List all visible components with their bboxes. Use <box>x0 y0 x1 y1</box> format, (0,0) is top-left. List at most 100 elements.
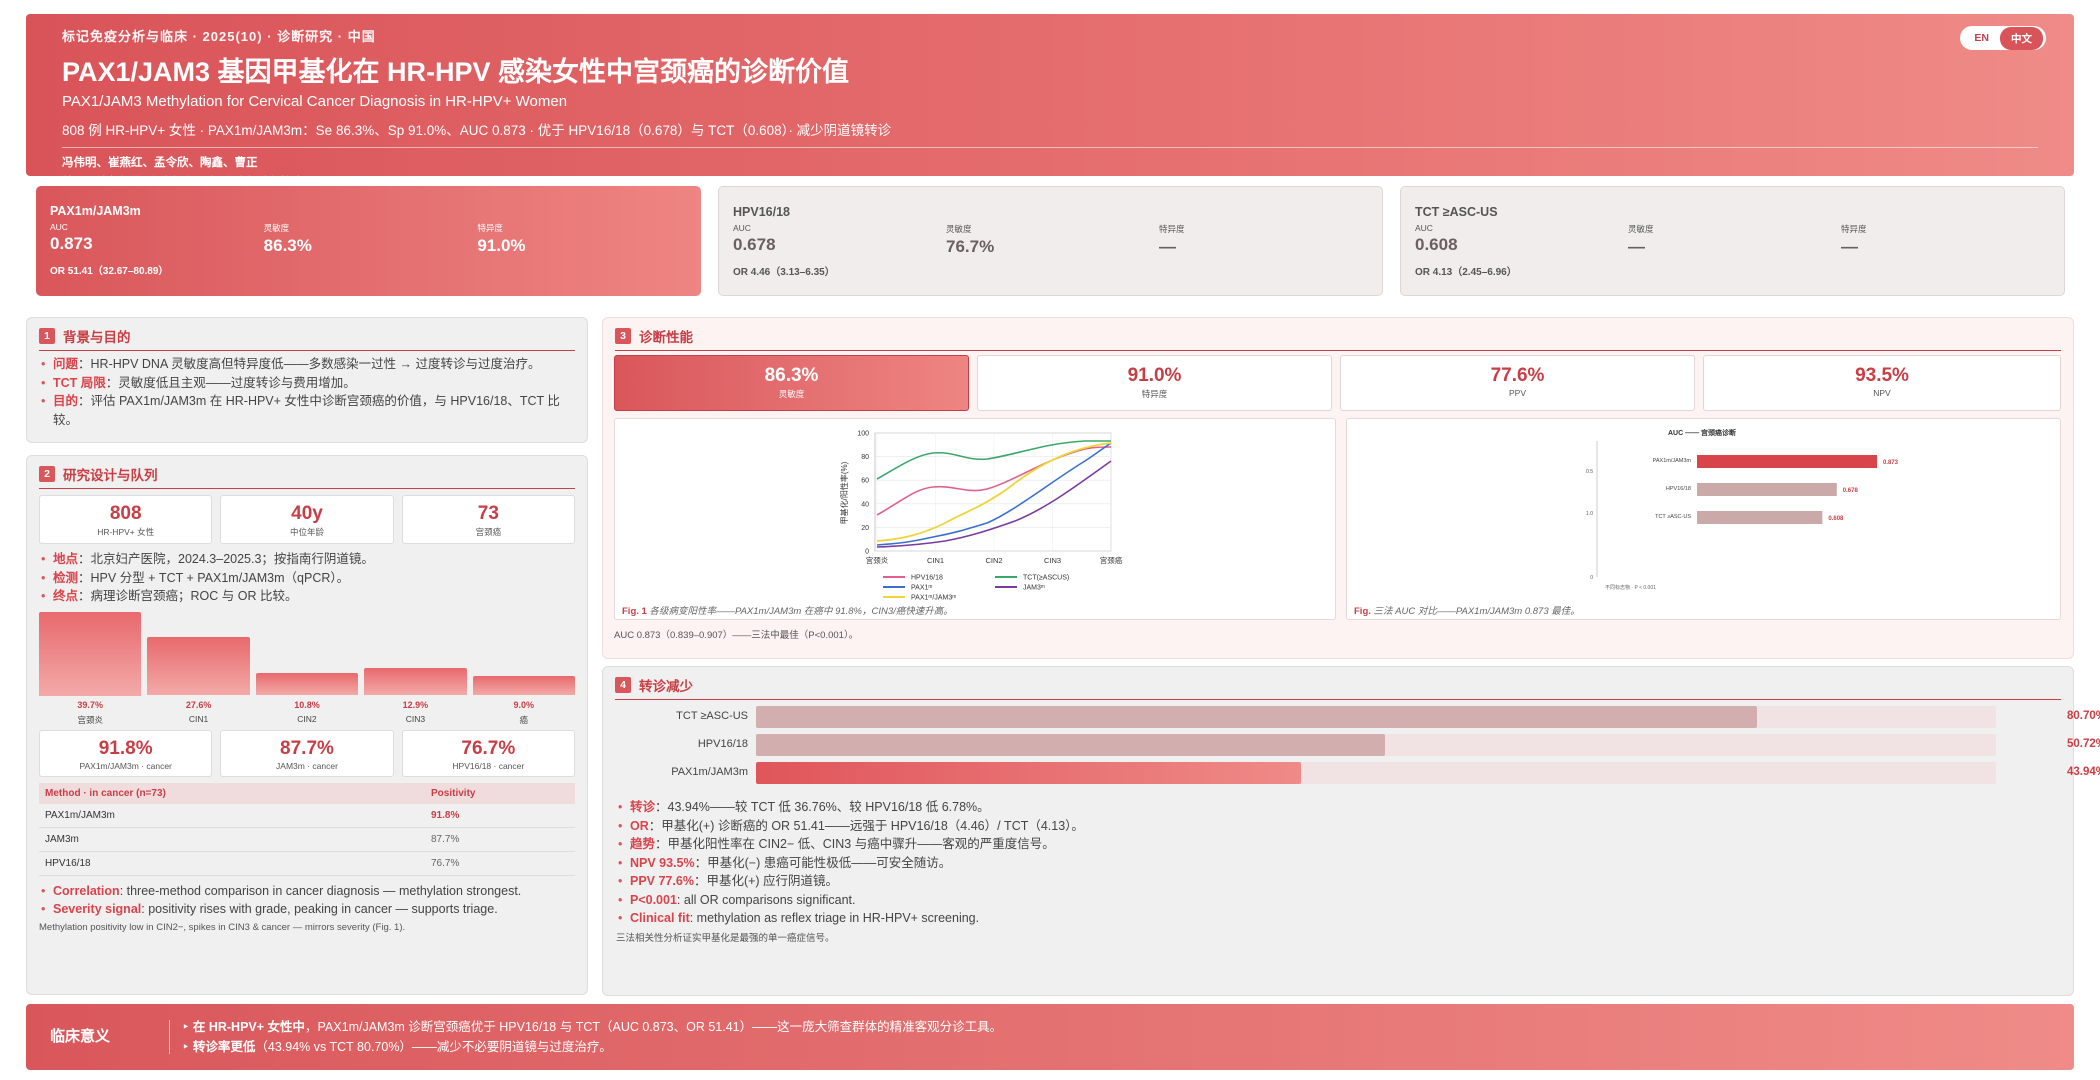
bullet-icon: • <box>41 552 46 566</box>
stat-value: 73 <box>477 503 499 524</box>
x-tick-label: 宫颈炎 <box>866 555 889 565</box>
section-title: 背景与目的 <box>63 330 131 345</box>
footer-line: ‣ 在 HR-HPV+ 女性中，PAX1m/JAM3m 诊断宫颈癌优于 HPV1… <box>182 1020 1003 1034</box>
perf-value: 91.0% <box>1127 365 1182 386</box>
grade-bar-label: 宫颈炎 <box>77 714 103 725</box>
item-text: ：甲基化(+) 诊断癌的 OR 51.41——远强于 HPV16/18（4.46… <box>648 818 1084 833</box>
perf-box-specificity: 91.0% 特异度 <box>977 355 1332 411</box>
table-cell: PAX1m/JAM3m <box>39 803 425 828</box>
grade-bar-label: 癌 <box>519 714 529 725</box>
item-text: : three-method comparison in cancer diag… <box>119 883 522 898</box>
figure-auc-comparison: AUC —— 宫颈癌诊断 0.5 1.0 0 PAX1m/JAM3m 0.873 HPV… <box>1346 418 2061 620</box>
item-key: TCT 局限 <box>53 375 106 390</box>
metric-name: PAX1m/JAM3m <box>50 204 141 218</box>
item-key: 转诊 <box>630 800 656 814</box>
metric-or: OR 51.41（32.67–80.89） <box>50 266 169 277</box>
item-key: NPV 93.5% <box>630 855 695 870</box>
metric-se: 76.7% <box>946 237 995 256</box>
item-text: : all OR comparisons significant. <box>676 892 856 907</box>
y-tick-label: 0.5 <box>1586 469 1593 475</box>
bar-value: 0.608 <box>1828 516 1844 522</box>
item-key: Clinical fit <box>630 911 690 925</box>
section-number: 2 <box>39 466 55 482</box>
table-row: PAX1m/JAM3m 91.8% <box>39 803 575 828</box>
bullet-icon: • <box>41 902 46 916</box>
auc-bar <box>1697 483 1837 496</box>
footer-label: 临床意义 <box>50 1020 170 1054</box>
x-tick-label: CIN3 <box>1044 556 1061 565</box>
bullet-icon: • <box>618 874 623 888</box>
y-tick-label: 60 <box>861 478 869 485</box>
grade-bar-label: CIN2 <box>297 713 317 724</box>
item-key: P<0.001 <box>630 892 677 907</box>
stat-box: 87.7% JAM3m · cancer <box>220 729 394 777</box>
metric-auc: 0.873 <box>50 234 93 253</box>
x-tick-label: 宫颈癌 <box>1100 555 1123 565</box>
bullet-icon: • <box>618 855 623 870</box>
item-key: 目的 <box>53 394 79 408</box>
stat-value: 87.7% <box>280 737 334 759</box>
lang-zh-button[interactable]: 中文 <box>2000 26 2043 50</box>
footer-lines: ‣ 在 HR-HPV+ 女性中，PAX1m/JAM3m 诊断宫颈癌优于 HPV1… <box>170 1017 1002 1057</box>
item-text: ：甲基化(−) 患癌可能性极低——可安全随访。 <box>694 855 952 870</box>
referral-bar <box>756 706 1757 728</box>
y-tick-labels: 0.5 1.0 0 <box>1586 469 1593 581</box>
stat-box: 73 宫颈癌 <box>401 495 575 544</box>
footer-key: 转诊率更低 <box>192 1040 256 1054</box>
metric-se: — <box>1628 237 1645 256</box>
section-design: 2 研究设计与队列 808 HR-HPV+ 女性 40y 中位年龄 73 宫颈癌 • 地点… <box>26 455 588 995</box>
list-item: • 转诊：43.94%——较 TCT 低 36.76%、较 HPV16/18 低 … <box>616 798 2056 817</box>
bullet-icon: • <box>41 589 46 603</box>
section-title: 诊断性能 <box>639 330 693 345</box>
y-tick-label: 0 <box>1590 575 1593 581</box>
legend: HPV16/18 TCT(≥ASCUS) PAX1ᵐ JAM3ᵐ PAX1ᵐ/JAM3ᵐ <box>883 575 1069 602</box>
perf-box-sensitivity: 86.3% 灵敏度 <box>614 355 969 411</box>
cohort-stats: 808 HR-HPV+ 女性 40y 中位年龄 73 宫颈癌 <box>39 495 575 544</box>
metric-auc: 0.608 <box>1415 235 1458 254</box>
bullet-icon: • <box>618 892 623 907</box>
item-text: ：灵敏度低且主观——过度转诊与费用增加。 <box>105 375 356 390</box>
item-key: 地点 <box>53 552 79 566</box>
item-text: ：病理诊断宫颈癌；ROC 与 OR 比较。 <box>78 589 298 603</box>
item-text: ：甲基化阳性率在 CIN2− 低、CIN3 与癌中骤升——客观的严重度信号。 <box>655 837 1055 851</box>
column-header: Positivity <box>425 782 575 804</box>
grade-bar <box>147 637 250 696</box>
referral-bar-value: 80.70% <box>2066 710 2100 722</box>
perf-label: PPV <box>1508 388 1526 398</box>
bullet-icon: • <box>41 570 46 585</box>
y-axis-label: 甲基化/阳性率(%) <box>839 461 849 524</box>
grade-bar-value: 27.6% <box>185 699 212 710</box>
bullet-icon: • <box>41 375 46 390</box>
table-cell: 91.8% <box>425 803 575 828</box>
section-number: 1 <box>39 328 55 344</box>
language-toggle: EN 中文 <box>1960 26 2046 50</box>
figure-caption: Fig. 1 各级病变阳性率——PAX1m/JAM3m 在癌中 91.8%，CI… <box>622 603 953 617</box>
caption-label: Fig. <box>1354 606 1371 617</box>
list-item: • 检测：HPV 分型 + TCT + PAX1m/JAM3m（qPCR）。 <box>39 569 575 588</box>
metric-name: HPV16/18 <box>733 205 790 219</box>
figure-1-plot: 100 80 60 40 20 0 宫颈炎 CIN1 CIN2 CIN3 宫颈癌 甲基化/阳性率(… <box>839 431 1123 602</box>
referral-bar-track <box>756 734 1996 756</box>
metric-label: 特异度 <box>1159 224 1185 234</box>
legend-label: PAX1ᵐ <box>911 585 932 592</box>
bullet-icon: • <box>618 837 623 851</box>
section-background: 1 背景与目的 • 问题：HR-HPV DNA 灵敏度高但特异度低——多数感染一过性… <box>26 317 588 443</box>
table-row: HPV16/18 76.7% <box>39 851 575 876</box>
list-item: • Correlation: three-method comparison in… <box>39 882 575 901</box>
referral-bar-value: 43.94% <box>2066 766 2100 778</box>
y-tick-label: 100 <box>857 431 869 438</box>
stat-label: HR-HPV+ 女性 <box>97 527 155 537</box>
bar-label: TCT ≥ASC-US <box>1655 514 1691 520</box>
item-key: PPV 77.6% <box>630 874 694 888</box>
grade-bar <box>255 672 359 696</box>
list-item: • 问题：HR-HPV DNA 灵敏度高但特异度低——多数感染一过性 → 过度转诊… <box>39 355 575 374</box>
table-cell: HPV16/18 <box>39 851 425 876</box>
grade-bar <box>364 668 467 696</box>
lang-en-button[interactable]: EN <box>1963 28 2000 48</box>
item-text: ：43.94%——较 TCT 低 36.76%、较 HPV16/18 低 6.7… <box>655 800 990 814</box>
grade-bar-label: CIN3 <box>405 713 426 724</box>
referral-bar-label: PAX1m/JAM3m <box>671 766 748 778</box>
item-key: Correlation <box>53 883 120 898</box>
stat-box: 40y 中位年龄 <box>220 495 394 544</box>
list-item: • PPV 77.6%：甲基化(+) 应行阴道镜。 <box>616 872 2056 891</box>
